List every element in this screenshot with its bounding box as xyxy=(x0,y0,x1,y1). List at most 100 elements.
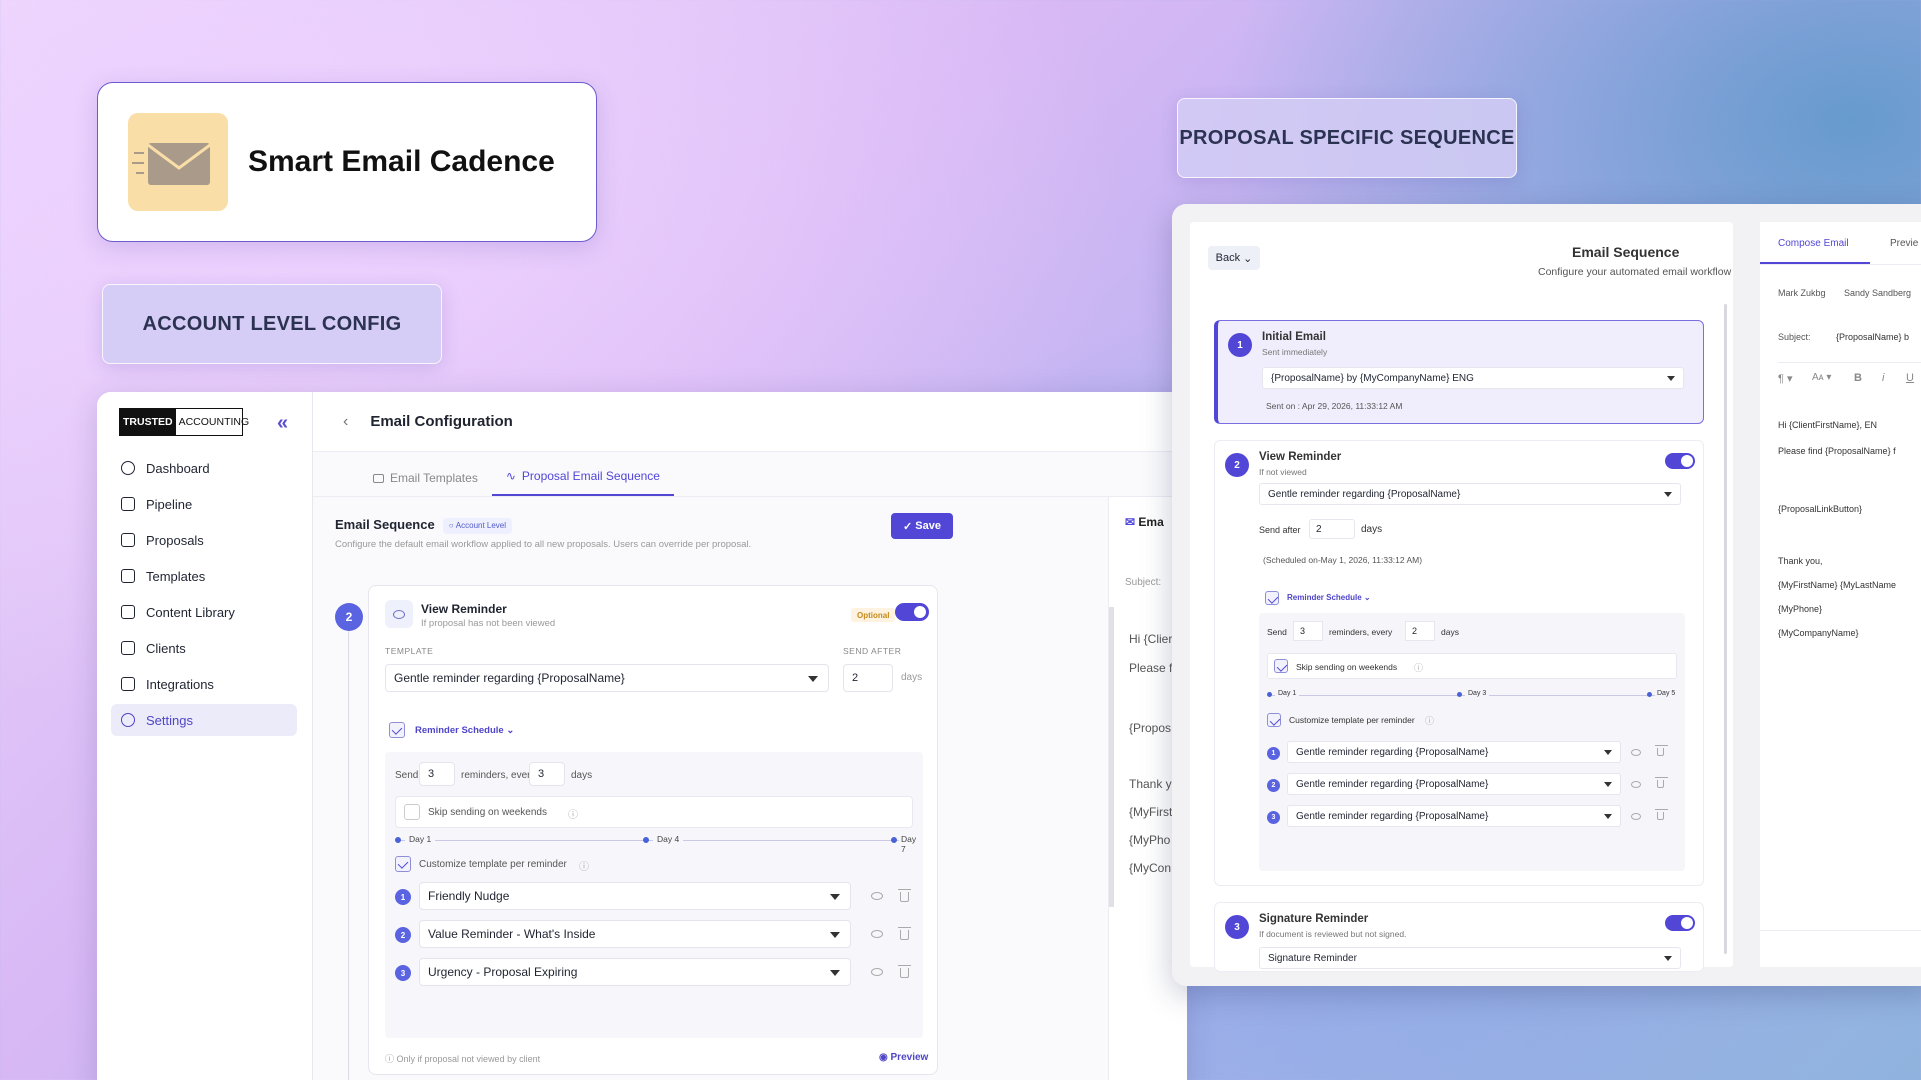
paragraph-format-icon[interactable]: ¶ ▾ xyxy=(1778,372,1793,385)
reminder-number: 3 xyxy=(395,965,411,981)
building-icon xyxy=(121,641,135,655)
reminder-number: 1 xyxy=(395,889,411,905)
skip-weekends-row: Skip sending on weekends ⓘ xyxy=(1267,653,1677,679)
divider xyxy=(1760,930,1921,931)
reminder-template-select[interactable]: Gentle reminder regarding {ProposalName} xyxy=(1287,741,1621,763)
reminder-template-value: Gentle reminder regarding {ProposalName} xyxy=(1296,746,1489,758)
sidebar-item-label: Integrations xyxy=(146,676,214,692)
badge-text: Account Level xyxy=(455,521,507,531)
reminder-template-select[interactable]: Gentle reminder regarding {ProposalName} xyxy=(1259,483,1681,505)
page-title: Email Configuration xyxy=(370,413,513,430)
reminder-schedule-checkbox[interactable] xyxy=(389,722,405,738)
sidebar-item-integrations[interactable]: Integrations xyxy=(111,668,297,700)
page-header: ‹ Email Configuration xyxy=(313,392,1187,452)
font-size-icon[interactable]: Aᴀ ▾ xyxy=(1812,372,1831,383)
panel-scrollbar[interactable] xyxy=(1724,304,1727,954)
trash-icon[interactable] xyxy=(1655,809,1668,820)
interval-input[interactable]: 3 xyxy=(529,762,565,786)
chevron-down-icon xyxy=(830,932,840,938)
back-chevron-icon[interactable]: ‹ xyxy=(343,413,348,431)
eye-icon[interactable] xyxy=(871,968,883,976)
trash-icon[interactable] xyxy=(1655,745,1668,756)
skip-weekends-checkbox[interactable] xyxy=(1274,659,1288,673)
timeline-label: Day 5 xyxy=(1655,690,1678,697)
step-enabled-toggle[interactable] xyxy=(895,603,929,621)
initial-email-step[interactable]: 1 Initial Email Sent immediately {Propos… xyxy=(1214,320,1704,424)
tab-proposal-email-sequence[interactable]: ∿ Proposal Email Sequence xyxy=(491,469,674,496)
sidebar-item-templates[interactable]: Templates xyxy=(111,560,297,592)
activity-icon: ∿ xyxy=(505,469,516,483)
collapse-sidebar-icon[interactable]: « xyxy=(277,412,288,435)
italic-icon[interactable]: i xyxy=(1882,372,1884,384)
signature-reminder-step[interactable]: 3 Signature Reminder If document is revi… xyxy=(1214,902,1704,972)
skip-weekends-checkbox[interactable] xyxy=(404,804,420,820)
body-line: Hi {ClientFirstName}, EN xyxy=(1778,420,1878,430)
trash-icon[interactable] xyxy=(1655,777,1668,788)
sidebar-item-proposals[interactable]: Proposals xyxy=(111,524,297,556)
step-enabled-toggle[interactable] xyxy=(1665,453,1695,469)
reminder-schedule-toggle[interactable]: Reminder Schedule ⌄ xyxy=(1287,593,1371,602)
reminder-schedule-toggle[interactable]: Reminder Schedule ⌄ xyxy=(415,725,514,736)
skip-weekends-label: Skip sending on weekends xyxy=(428,807,547,818)
body-line: Thank you, xyxy=(1778,556,1823,566)
trash-icon[interactable] xyxy=(898,889,911,902)
reminder-template-select[interactable]: Value Reminder - What's Inside xyxy=(419,920,851,948)
reminder-template-select[interactable]: Friendly Nudge xyxy=(419,882,851,910)
recipient-chip[interactable]: Sandy Sandberg xyxy=(1844,288,1911,298)
chevron-down-icon xyxy=(808,676,818,682)
customize-per-reminder-checkbox[interactable] xyxy=(395,856,411,872)
reminder-template-select[interactable]: Gentle reminder regarding {ProposalName} xyxy=(1287,805,1621,827)
sidebar-item-dashboard[interactable]: Dashboard xyxy=(111,452,297,484)
save-button[interactable]: ✓ Save xyxy=(891,513,953,539)
eye-icon[interactable] xyxy=(871,892,883,900)
sidebar-nav: Dashboard Pipeline Proposals Templates C… xyxy=(111,452,297,740)
template-select[interactable]: Gentle reminder regarding {ProposalName} xyxy=(385,664,829,692)
eye-icon[interactable] xyxy=(871,930,883,938)
underline-icon[interactable]: U xyxy=(1906,372,1914,384)
reminder-template-select[interactable]: Gentle reminder regarding {ProposalName} xyxy=(1287,773,1621,795)
signature-template-select[interactable]: Signature Reminder xyxy=(1259,947,1681,969)
subject-input[interactable]: {ProposalName} b xyxy=(1836,332,1909,342)
reminder-template-select[interactable]: Urgency - Proposal Expiring xyxy=(419,958,851,986)
view-reminder-step[interactable]: 2 View Reminder If not viewed Gentle rem… xyxy=(1214,440,1704,886)
template-value: Gentle reminder regarding {ProposalName} xyxy=(394,671,625,685)
preview-header: ✉ Ema xyxy=(1125,515,1164,529)
initial-template-select[interactable]: {ProposalName} by {MyCompanyName} ENG xyxy=(1262,367,1684,389)
eye-icon[interactable] xyxy=(1631,781,1641,788)
sidebar-item-content-library[interactable]: Content Library xyxy=(111,596,297,628)
tab-compose-email[interactable]: Compose Email xyxy=(1778,238,1849,249)
send-after-input[interactable]: 2 xyxy=(843,664,893,692)
reminder-count-input[interactable]: 3 xyxy=(419,762,455,786)
tab-preview[interactable]: Previe xyxy=(1890,238,1918,249)
tab-label: Email Templates xyxy=(390,471,478,485)
eye-icon[interactable] xyxy=(1631,813,1641,820)
puzzle-icon xyxy=(121,677,135,691)
logo-text: ACCOUNTING xyxy=(178,416,250,428)
send-after-input[interactable]: 2 xyxy=(1309,519,1355,539)
sidebar-item-clients[interactable]: Clients xyxy=(111,632,297,664)
timeline-dot xyxy=(643,837,649,843)
recipient-chip[interactable]: Mark Zukbg xyxy=(1778,288,1826,298)
sidebar-item-pipeline[interactable]: Pipeline xyxy=(111,488,297,520)
customize-per-reminder-checkbox[interactable] xyxy=(1267,713,1281,727)
step-title: View Reminder xyxy=(421,602,507,616)
sidebar-item-settings[interactable]: Settings xyxy=(111,704,297,736)
tab-email-templates[interactable]: Email Templates xyxy=(359,471,492,496)
timeline-label: Day 7 xyxy=(899,834,923,854)
step-condition: Sent immediately xyxy=(1262,347,1328,357)
eye-icon[interactable] xyxy=(1631,749,1641,756)
skip-weekends-row: Skip sending on weekends ⓘ xyxy=(395,796,913,828)
reminder-count-input[interactable]: 3 xyxy=(1293,621,1323,641)
step-enabled-toggle[interactable] xyxy=(1665,915,1695,931)
back-button[interactable]: Back ⌄ xyxy=(1208,246,1260,270)
preview-scrollbar[interactable] xyxy=(1109,607,1114,907)
trash-icon[interactable] xyxy=(898,965,911,978)
bold-icon[interactable]: B xyxy=(1854,372,1862,384)
preview-link[interactable]: ◉ Preview xyxy=(879,1052,928,1063)
reminder-schedule-checkbox[interactable] xyxy=(1265,591,1279,605)
preview-subject-label: Subject: xyxy=(1125,577,1162,588)
trash-icon[interactable] xyxy=(898,927,911,940)
interval-input[interactable]: 2 xyxy=(1405,621,1435,641)
timeline-dot xyxy=(1267,692,1272,697)
config-tabs: Email Templates ∿ Proposal Email Sequence xyxy=(313,452,1187,497)
